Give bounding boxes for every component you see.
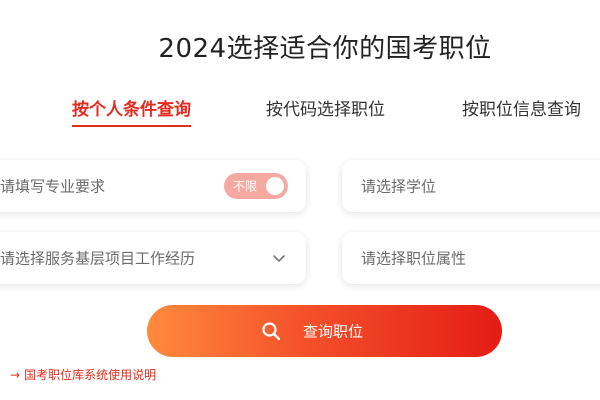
page-title: 2024选择适合你的国考职位 [158,34,492,64]
degree-select-placeholder: 请选择学位 [361,177,437,196]
tab-label: 按职位信息查询 [462,100,581,120]
tab-label: 按个人条件查询 [72,100,191,120]
query-tabs: 按个人条件查询 按代码选择职位 按职位信息查询 [0,98,600,130]
toggle-knob [266,177,284,195]
degree-select[interactable]: 请选择学位 [342,160,600,212]
chevron-down-icon[interactable] [272,251,286,265]
major-field[interactable]: 请填写专业要求 不限 [0,160,306,212]
major-field-placeholder: 请填写专业要求 [0,177,106,196]
service-experience-select[interactable]: 请选择服务基层项目工作经历 [0,232,306,284]
position-attribute-select[interactable]: 请选择职位属性 [342,232,600,284]
page: 2024选择适合你的国考职位 按个人条件查询 按代码选择职位 按职位信息查询 请… [0,0,600,400]
usage-guide-link[interactable]: → 国考职位库系统使用说明 [10,366,156,383]
tab-position-info[interactable]: 按职位信息查询 [462,98,581,122]
usage-guide-label: 国考职位库系统使用说明 [24,368,157,382]
service-experience-placeholder: 请选择服务基层项目工作经历 [0,249,196,268]
toggle-label: 不限 [233,179,258,194]
search-positions-button[interactable]: 查询职位 [147,305,502,357]
position-attribute-placeholder: 请选择职位属性 [361,249,467,268]
tab-label: 按代码选择职位 [266,100,385,120]
search-button-label: 查询职位 [303,322,364,341]
tab-personal-conditions[interactable]: 按个人条件查询 [72,98,191,127]
search-icon [262,322,281,341]
active-tab-underline [72,125,191,127]
unlimited-toggle[interactable]: 不限 [224,173,288,199]
arrow-right-icon: → [10,368,21,382]
tab-code-select[interactable]: 按代码选择职位 [266,98,385,122]
